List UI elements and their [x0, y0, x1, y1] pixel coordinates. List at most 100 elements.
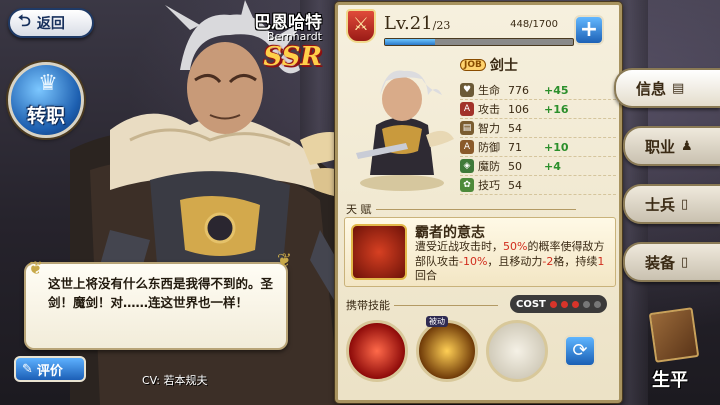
stat-value: 54: [508, 121, 522, 135]
skills-header: 携带技能: [346, 297, 498, 313]
stat-name: 防御: [478, 141, 500, 154]
phone-icon: ▯: [681, 254, 689, 270]
talent-icon: [351, 224, 407, 280]
stat-row-defense: A 防御 71 +10: [460, 138, 616, 157]
stat-name: 生命: [478, 84, 500, 97]
tab-class[interactable]: 职业 ♟: [623, 126, 720, 166]
swap-skills-button[interactable]: ⟳: [564, 335, 596, 367]
tab-label: 职业: [645, 137, 676, 156]
exp-bar: [384, 38, 574, 46]
talent-desc-text: 遭受近战攻击时，: [415, 240, 503, 253]
stat-name: 攻击: [478, 103, 500, 116]
talent-box[interactable]: 霸者的意志 遭受近战攻击时，50%的概率使得敌方部队攻击-10%，且移动力-2格…: [344, 217, 616, 287]
talent-header: 天 赋: [346, 201, 576, 217]
stat-row-magic-defense: ◈ 魔防 50 +4: [460, 157, 616, 176]
tab-label: 装备: [645, 253, 676, 272]
review-button[interactable]: ✎ 评价: [14, 356, 86, 382]
document-icon: ▤: [672, 80, 685, 96]
stat-row-hp: ♥ 生命 776 +45: [460, 81, 616, 100]
stats-list: ♥ 生命 776 +45 A 攻击 106 +16 ▤ 智力 54 A 防御 7…: [460, 81, 616, 195]
skills-header-label: 携带技能: [346, 299, 390, 312]
tab-label: 信息: [636, 79, 667, 98]
exp-bar-fill: [385, 39, 435, 45]
chibi-illustration: [356, 70, 454, 191]
level-value: 21: [409, 13, 433, 34]
tab-label: 士兵: [645, 195, 676, 214]
talent-desc-text: 回合: [415, 269, 437, 282]
exp-text: 448/1700: [510, 19, 558, 30]
skill-slot-1[interactable]: [346, 320, 408, 382]
stat-name: 魔防: [478, 160, 500, 173]
stat-name: 智力: [478, 122, 500, 135]
class-name: 剑士: [489, 58, 518, 74]
cost-indicator: COST: [510, 295, 607, 313]
transfer-crown-icon: ♛: [38, 71, 58, 96]
talent-desc-highlight: -10%: [459, 254, 488, 268]
pen-icon: ✎: [22, 361, 33, 377]
tab-soldier[interactable]: 士兵 ▯: [623, 184, 720, 224]
talent-desc-highlight: 50%: [503, 240, 528, 253]
skill-slot-2[interactable]: [416, 320, 478, 382]
skill-icon: ✿: [460, 178, 474, 192]
talent-header-label: 天 赋: [346, 203, 372, 216]
level-prefix: Lv.: [384, 13, 410, 34]
magic-shield-icon: ◈: [460, 159, 474, 173]
cost-dot: [582, 300, 590, 308]
divider: [394, 304, 498, 306]
stat-row-intelligence: ▤ 智力 54: [460, 119, 616, 138]
stat-value: 776: [508, 83, 529, 97]
passive-tag: 被动: [426, 316, 448, 327]
back-button[interactable]: ⮌ 返回: [8, 8, 94, 38]
ornament-icon: ❦: [28, 258, 44, 279]
info-panel: ⚔ Lv.21/23 448/1700 + JOB 剑士 ♥ 生命 776 +4…: [335, 2, 622, 403]
stat-value: 50: [508, 159, 522, 173]
skill-slot-empty[interactable]: [486, 320, 548, 382]
heart-icon: ♥: [460, 83, 474, 97]
cost-dot: [593, 300, 601, 308]
stat-bonus: +45: [544, 83, 569, 97]
talent-title: 霸者的意志: [415, 225, 485, 241]
stat-bonus: +10: [544, 140, 569, 154]
biography-label[interactable]: 生平: [652, 366, 688, 392]
person-icon: ♟: [681, 138, 693, 154]
cost-dot: [571, 300, 579, 308]
biography-book-icon[interactable]: [648, 307, 700, 363]
stat-value: 71: [508, 140, 522, 154]
stat-row-attack: A 攻击 106 +16: [460, 100, 616, 119]
talent-desc-highlight: -2: [542, 254, 554, 268]
talent-desc-text: 格，持续: [553, 254, 598, 268]
level-display: Lv.21/23: [384, 13, 450, 34]
stat-value: 106: [508, 102, 529, 116]
divider: [375, 208, 576, 210]
cost-dot: [560, 300, 568, 308]
talent-desc-text: ，且移动力: [487, 254, 543, 268]
stat-value: 54: [508, 178, 522, 192]
level-up-button[interactable]: +: [574, 15, 604, 45]
sword-icon: A: [460, 102, 474, 116]
chibi-portrait: [346, 55, 458, 195]
phone-icon: ▯: [681, 196, 689, 212]
book-icon: ▤: [460, 121, 474, 135]
cost-label: COST: [516, 298, 546, 310]
voice-actor: CV: 若本规夫: [142, 374, 208, 387]
back-label: 返回: [36, 16, 65, 32]
rarity-badge: SSR: [263, 42, 322, 72]
hero-quote: 这世上将没有什么东西是我得不到的。圣剑！魔剑！对……连这世界也一样！: [48, 276, 274, 310]
cost-dot: [549, 300, 557, 308]
review-label: 评价: [36, 363, 63, 379]
level-max: /23: [432, 19, 451, 32]
stat-name: 技巧: [478, 179, 500, 192]
ornament-icon: ❦: [276, 250, 292, 271]
talent-description: 遭受近战攻击时，50%的概率使得敌方部队攻击-10%，且移动力-2格，持续1回合: [415, 240, 611, 284]
stat-bonus: +16: [544, 102, 569, 116]
shield-icon: A: [460, 140, 474, 154]
back-arrow-icon: ⮌: [18, 10, 31, 30]
job-badge: JOB: [460, 59, 486, 71]
tab-equipment[interactable]: 装备 ▯: [623, 242, 720, 282]
class-tag: JOB 剑士: [460, 55, 518, 75]
transfer-label: 转职: [26, 105, 65, 127]
quote-bubble: 这世上将没有什么东西是我得不到的。圣剑！魔剑！对……连这世界也一样！ ❦ ❦: [24, 250, 292, 350]
talent-desc-highlight: 1: [597, 254, 605, 268]
tab-info[interactable]: 信息 ▤: [614, 68, 720, 108]
job-transfer-button[interactable]: ♛ 转职: [8, 62, 84, 138]
